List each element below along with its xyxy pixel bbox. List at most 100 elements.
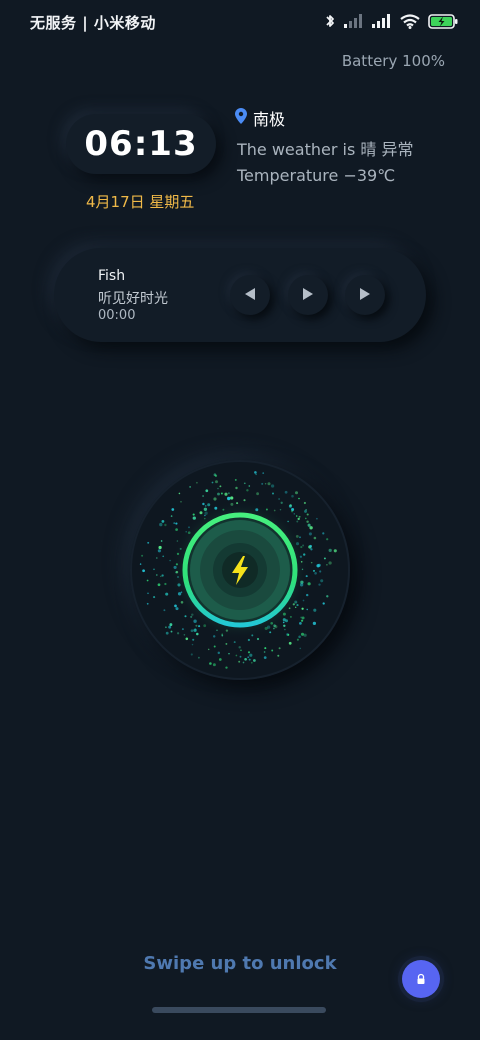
particle xyxy=(280,501,283,504)
clock-card: 06:13 xyxy=(66,114,216,174)
particle xyxy=(296,520,299,523)
particle xyxy=(294,491,299,495)
particle xyxy=(181,628,184,631)
particle xyxy=(264,647,267,650)
particle xyxy=(153,596,156,599)
particle xyxy=(310,548,313,551)
particle xyxy=(300,619,304,622)
particle xyxy=(247,656,250,659)
particle xyxy=(272,492,274,495)
home-indicator[interactable] xyxy=(152,1007,326,1013)
particle xyxy=(318,583,321,586)
particle xyxy=(253,659,256,662)
particle xyxy=(246,489,249,492)
particle xyxy=(235,654,238,657)
particle xyxy=(165,631,169,635)
signal-weak-icon xyxy=(344,14,364,28)
particle xyxy=(333,549,337,553)
particle xyxy=(322,602,325,605)
particle xyxy=(293,513,296,515)
particle xyxy=(198,656,200,659)
particle xyxy=(299,622,302,625)
particle xyxy=(306,513,309,516)
particle xyxy=(175,522,178,525)
particle xyxy=(306,593,309,597)
particle xyxy=(160,540,163,542)
particle xyxy=(291,494,294,498)
location-row: 南极 xyxy=(235,106,285,130)
particle xyxy=(214,474,218,477)
particle xyxy=(298,515,301,518)
song-time: 00:00 xyxy=(98,308,136,323)
particle xyxy=(175,528,178,531)
particle xyxy=(184,615,187,618)
particle xyxy=(173,522,176,524)
particle xyxy=(301,607,304,610)
particle xyxy=(168,625,172,629)
weather-condition: The weather is 晴 异常 xyxy=(237,140,414,159)
particle xyxy=(297,517,300,521)
particle xyxy=(289,504,292,507)
play-button[interactable] xyxy=(288,275,328,315)
lock-icon xyxy=(415,970,427,989)
particle xyxy=(212,663,216,667)
particle xyxy=(306,608,308,611)
song-artist: 听见好时光 xyxy=(98,291,168,307)
particle xyxy=(287,633,290,636)
particle xyxy=(277,654,280,657)
particle xyxy=(249,653,253,657)
particle xyxy=(215,480,218,484)
particle xyxy=(142,569,145,573)
particle xyxy=(238,660,241,663)
next-button[interactable] xyxy=(345,275,385,315)
particle xyxy=(225,666,228,669)
particle xyxy=(170,515,173,517)
particle xyxy=(310,561,313,564)
particle xyxy=(301,616,305,620)
particle xyxy=(300,632,305,636)
particle xyxy=(212,635,216,638)
wifi-icon xyxy=(400,13,420,29)
particle xyxy=(313,608,317,612)
particle xyxy=(193,628,197,632)
particle xyxy=(309,544,312,548)
particle xyxy=(157,583,161,587)
particle xyxy=(178,492,181,495)
particle xyxy=(220,492,223,495)
particle xyxy=(161,574,164,577)
particle xyxy=(153,568,155,571)
particle xyxy=(254,471,257,474)
particle xyxy=(202,495,205,497)
particle xyxy=(240,649,242,652)
particle xyxy=(147,592,149,595)
next-icon xyxy=(358,286,372,305)
particle xyxy=(322,532,325,535)
previous-button[interactable] xyxy=(230,275,270,315)
particle xyxy=(284,628,286,631)
particle xyxy=(196,481,198,484)
particle xyxy=(202,502,205,506)
particle xyxy=(328,561,332,565)
particle xyxy=(312,569,316,572)
battery-charging-icon xyxy=(428,13,458,29)
battery-percentage: Battery 100% xyxy=(341,52,445,70)
particle xyxy=(298,497,300,500)
particle xyxy=(146,579,149,582)
particle xyxy=(284,490,288,494)
particle xyxy=(163,609,166,612)
particle xyxy=(328,548,332,553)
location-name: 南极 xyxy=(253,110,286,129)
particle xyxy=(288,641,292,645)
particle xyxy=(185,637,189,641)
play-icon xyxy=(301,286,315,305)
lock-button[interactable] xyxy=(402,960,440,998)
particle xyxy=(233,641,236,644)
particle xyxy=(204,505,207,507)
particle xyxy=(303,501,306,505)
particle xyxy=(155,574,158,576)
particle xyxy=(230,496,234,500)
particle xyxy=(147,541,150,544)
particle xyxy=(264,483,267,485)
particle xyxy=(219,485,222,488)
particle xyxy=(190,653,193,656)
